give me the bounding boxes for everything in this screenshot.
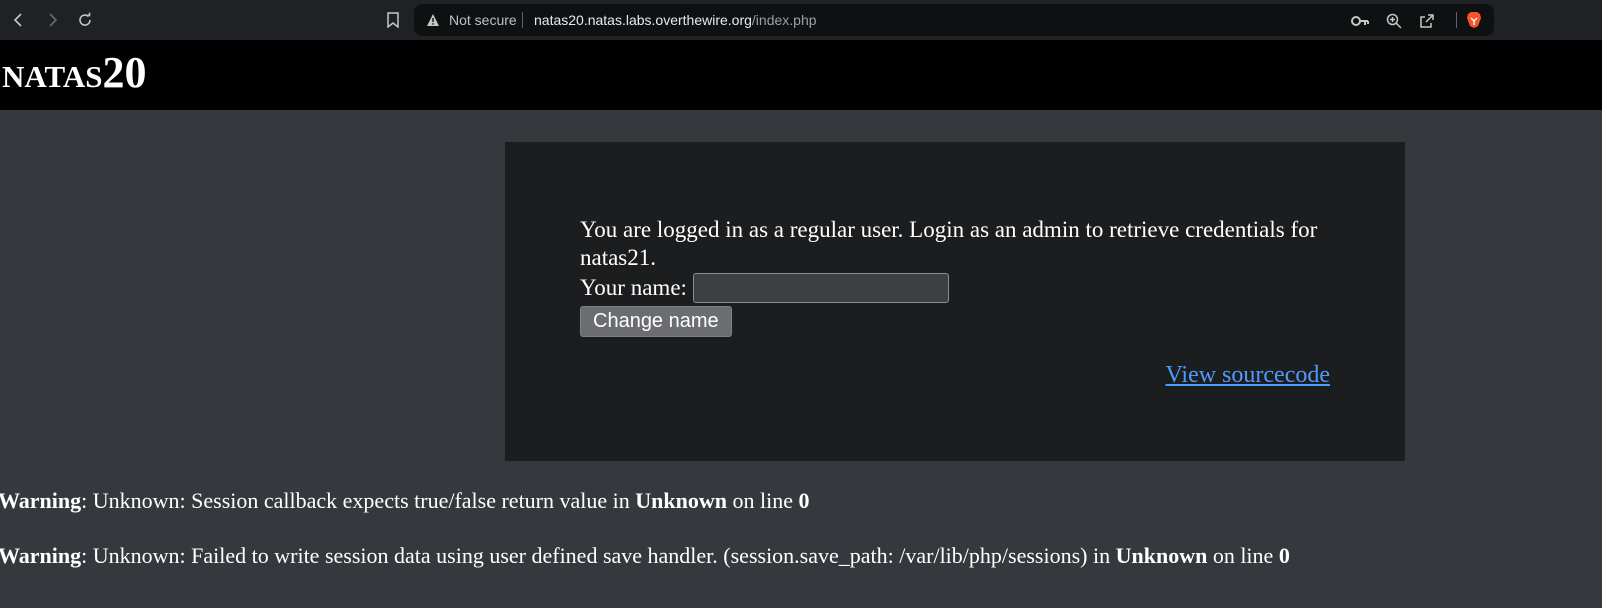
name-input[interactable] xyxy=(692,273,949,303)
view-sourcecode-link[interactable]: View sourcecode xyxy=(1166,362,1330,389)
share-button[interactable] xyxy=(1418,12,1436,30)
site-header: natas20 xyxy=(0,40,1602,110)
back-button[interactable] xyxy=(7,8,31,32)
password-key-button[interactable] xyxy=(1351,12,1369,30)
reload-button[interactable] xyxy=(73,8,97,32)
security-status[interactable]: Not secure xyxy=(449,12,517,28)
browser-toolbar: Not secure natas20.natas.labs.overthewir… xyxy=(0,0,1602,40)
address-bar[interactable]: Not secure natas20.natas.labs.overthewir… xyxy=(414,4,1494,36)
zoom-icon xyxy=(1386,13,1402,29)
forward-button[interactable] xyxy=(40,8,64,32)
url-path: /index.php xyxy=(751,12,817,28)
warning-line-number: 0 xyxy=(798,488,810,513)
php-warning: Warning: Unknown: Session callback expec… xyxy=(0,488,809,514)
zoom-button[interactable] xyxy=(1385,12,1403,30)
change-name-button[interactable]: Change name xyxy=(580,306,732,337)
name-label: Your name: xyxy=(580,275,687,300)
brave-lion-icon[interactable] xyxy=(1465,11,1483,29)
warning-label: Warning xyxy=(0,488,82,513)
warning-file: Unknown xyxy=(1115,543,1208,568)
warning-text: : Unknown: Session callback expects true… xyxy=(81,488,636,513)
name-form-row: Your name: xyxy=(580,272,1340,304)
url-host: natas20.natas.labs.overthewire.org xyxy=(534,12,752,28)
back-arrow-icon xyxy=(13,13,22,27)
warning-file: Unknown xyxy=(635,488,727,513)
forward-arrow-icon xyxy=(49,13,58,27)
content-body: You are logged in as a regular user. Log… xyxy=(580,216,1340,337)
url-separator xyxy=(522,12,523,28)
php-warning: Warning: Unknown: Failed to write sessio… xyxy=(0,543,1290,569)
key-icon xyxy=(1351,16,1369,26)
warning-line-text: on line xyxy=(1207,543,1279,568)
bookmark-icon xyxy=(387,12,399,28)
login-status-message: You are logged in as a regular user. Log… xyxy=(580,217,1318,270)
toolbar-divider xyxy=(1456,12,1457,28)
url-text[interactable]: natas20.natas.labs.overthewire.org/index… xyxy=(534,12,817,28)
warning-line-number: 0 xyxy=(1278,543,1290,568)
bookmark-button[interactable] xyxy=(382,9,404,31)
warning-line-text: on line xyxy=(726,488,799,513)
content-panel: You are logged in as a regular user. Log… xyxy=(505,142,1405,461)
warning-triangle-icon xyxy=(427,14,439,26)
reload-icon xyxy=(79,12,91,26)
share-icon xyxy=(1420,14,1434,28)
warning-text: : Unknown: Failed to write session data … xyxy=(81,543,1116,568)
warning-label: Warning xyxy=(0,543,82,568)
page-title: natas20 xyxy=(2,48,147,97)
